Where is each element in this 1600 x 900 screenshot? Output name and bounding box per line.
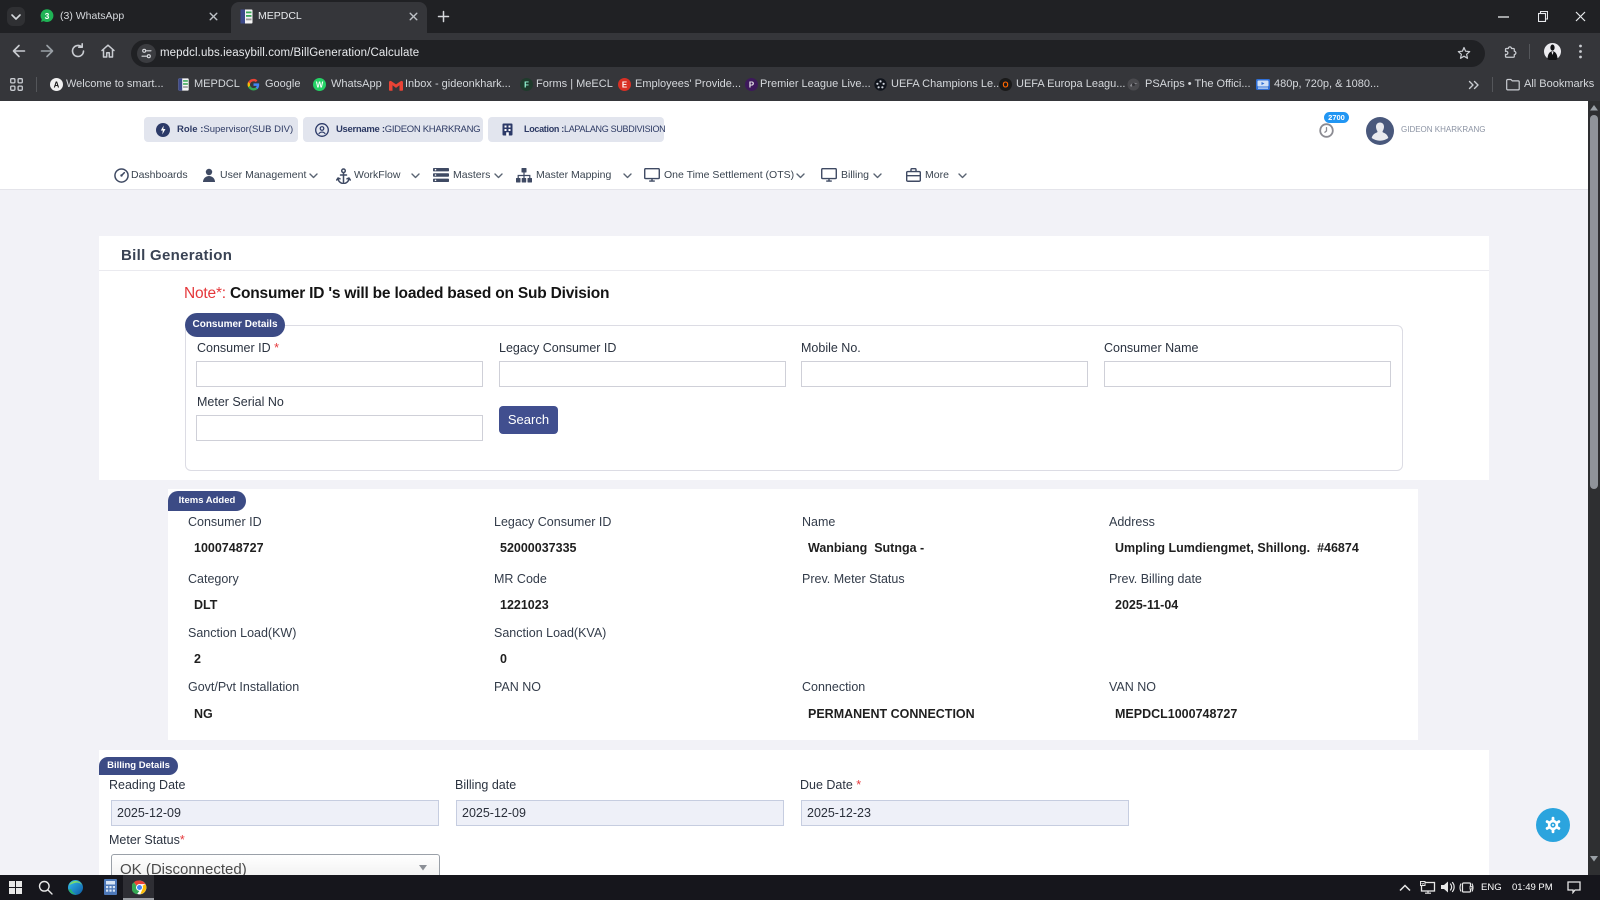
svg-text:F: F bbox=[524, 81, 529, 90]
svg-text:A: A bbox=[54, 81, 60, 90]
svg-text:3: 3 bbox=[45, 11, 50, 21]
svg-text:P: P bbox=[749, 81, 754, 90]
svg-text:O: O bbox=[1002, 81, 1008, 90]
svg-text:W: W bbox=[316, 81, 324, 90]
svg-text:E: E bbox=[622, 81, 627, 90]
